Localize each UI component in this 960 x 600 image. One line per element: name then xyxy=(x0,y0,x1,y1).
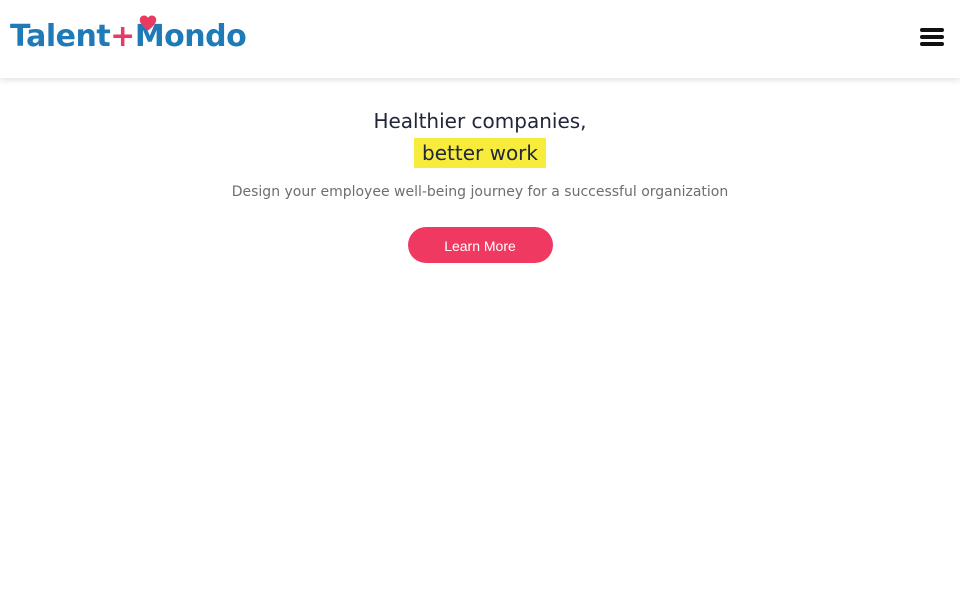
talentmondo-logo[interactable]: Talent + Mondo xyxy=(10,15,247,54)
menu-bar xyxy=(920,28,944,32)
hero-subtitle: Design your employee well-being journey … xyxy=(231,184,729,200)
hero-title: Healthier companies, xyxy=(373,109,587,133)
menu-bar xyxy=(920,35,944,39)
hero-title-highlight-wrap: better work xyxy=(0,138,960,170)
hero-section: Healthier companies, better work Design … xyxy=(0,78,960,263)
logo-plus: + xyxy=(110,19,135,54)
logo-text-talent: Talent xyxy=(10,19,111,54)
hero-title-highlight: better work xyxy=(414,138,546,168)
site-header: Talent + Mondo xyxy=(0,0,960,78)
logo-m-with-heart: M xyxy=(135,15,165,54)
learn-more-button[interactable]: Learn More xyxy=(407,227,553,263)
heart-icon xyxy=(139,15,157,31)
logo-text-ondo: ondo xyxy=(164,19,247,54)
hamburger-menu-icon[interactable] xyxy=(920,28,944,48)
menu-bar xyxy=(920,42,944,46)
